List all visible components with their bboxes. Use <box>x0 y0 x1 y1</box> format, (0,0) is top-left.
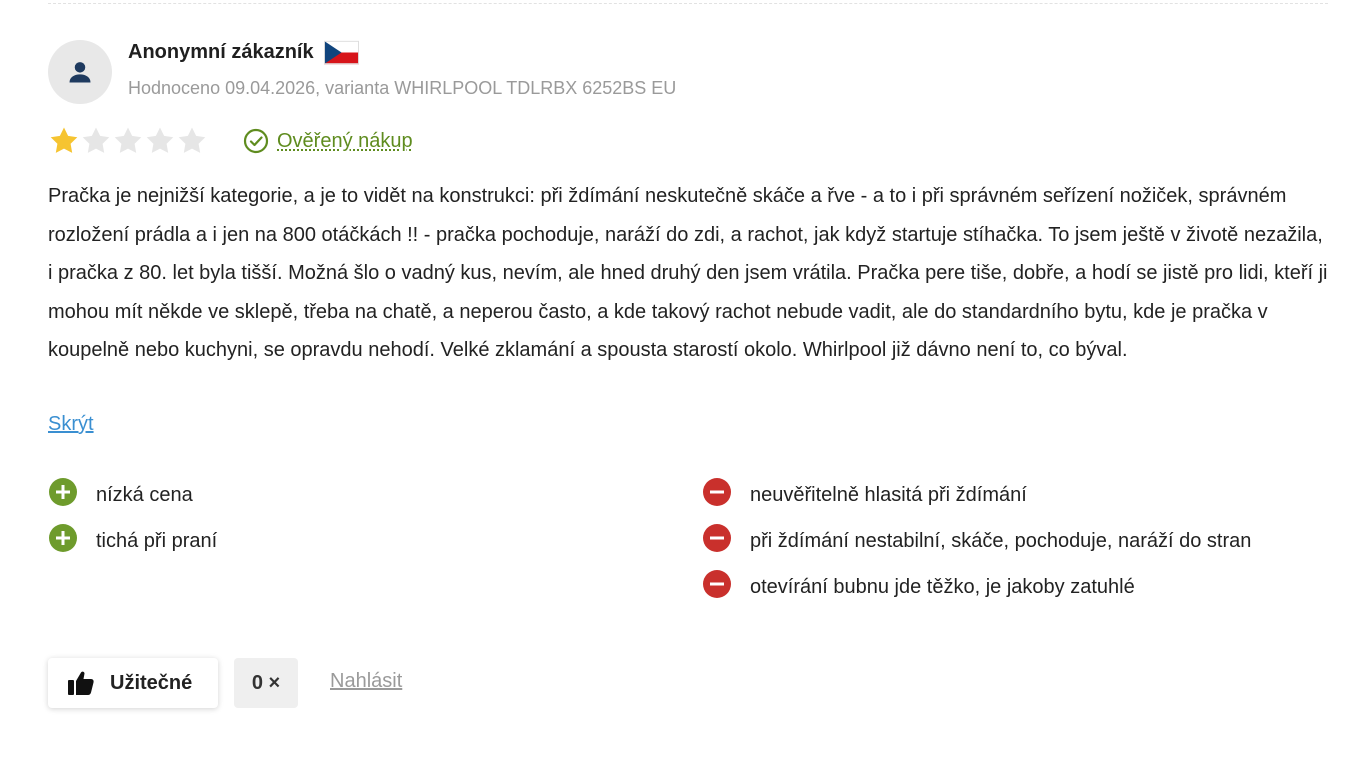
star-empty-icon <box>178 127 206 153</box>
pros-list: nízká cena tichá při praní <box>48 472 217 564</box>
top-divider <box>48 3 1328 4</box>
con-text: otevírání bubnu jde těžko, je jakoby zat… <box>750 576 1135 598</box>
cons-list: neuvěřitelně hlasitá při ždímání při ždím… <box>702 472 1251 610</box>
thumbs-up-icon <box>68 671 94 695</box>
star-empty-icon <box>146 127 174 153</box>
minus-circle-icon <box>703 478 731 506</box>
author-row: Anonymní zákazník <box>128 40 359 65</box>
report-link[interactable]: Nahlásit <box>330 670 402 693</box>
review-text: Pračka je nejnižší kategorie, a je to vi… <box>48 185 1328 361</box>
con-item: při ždímání nestabilní, skáče, pochoduje… <box>702 518 1251 564</box>
star-empty-icon <box>114 127 142 153</box>
verified-purchase-label[interactable]: Ověřený nákup <box>277 130 413 153</box>
avatar <box>48 40 112 104</box>
helpful-button[interactable]: Užitečné <box>48 658 218 708</box>
pro-item: nízká cena <box>48 472 217 518</box>
star-filled-icon <box>50 127 78 153</box>
verified-purchase[interactable]: Ověřený nákup <box>243 128 413 154</box>
plus-circle-icon <box>49 524 77 552</box>
minus-circle-icon <box>703 570 731 598</box>
review-meta: Hodnoceno 09.04.2026, varianta WHIRLPOOL… <box>128 78 677 98</box>
minus-circle-icon <box>703 524 731 552</box>
check-circle-icon <box>243 128 269 154</box>
user-icon <box>69 62 91 83</box>
con-item: otevírání bubnu jde těžko, je jakoby zat… <box>702 564 1251 610</box>
pro-text: tichá při praní <box>96 530 218 552</box>
czech-flag-icon <box>323 40 359 65</box>
con-text: při ždímání nestabilní, skáče, pochoduje… <box>750 530 1252 552</box>
con-text: neuvěřitelně hlasitá při ždímání <box>750 484 1027 506</box>
con-item: neuvěřitelně hlasitá při ždímání <box>702 472 1251 518</box>
hide-link[interactable]: Skrýt <box>48 413 94 436</box>
star-rating <box>48 125 208 157</box>
pro-text: nízká cena <box>96 484 193 506</box>
helpful-count: 0 × <box>234 658 298 708</box>
plus-circle-icon <box>49 478 77 506</box>
helpful-label: Užitečné <box>110 671 193 694</box>
star-empty-icon <box>82 127 110 153</box>
pro-item: tichá při praní <box>48 518 217 564</box>
author-name: Anonymní zákazník <box>128 41 314 63</box>
